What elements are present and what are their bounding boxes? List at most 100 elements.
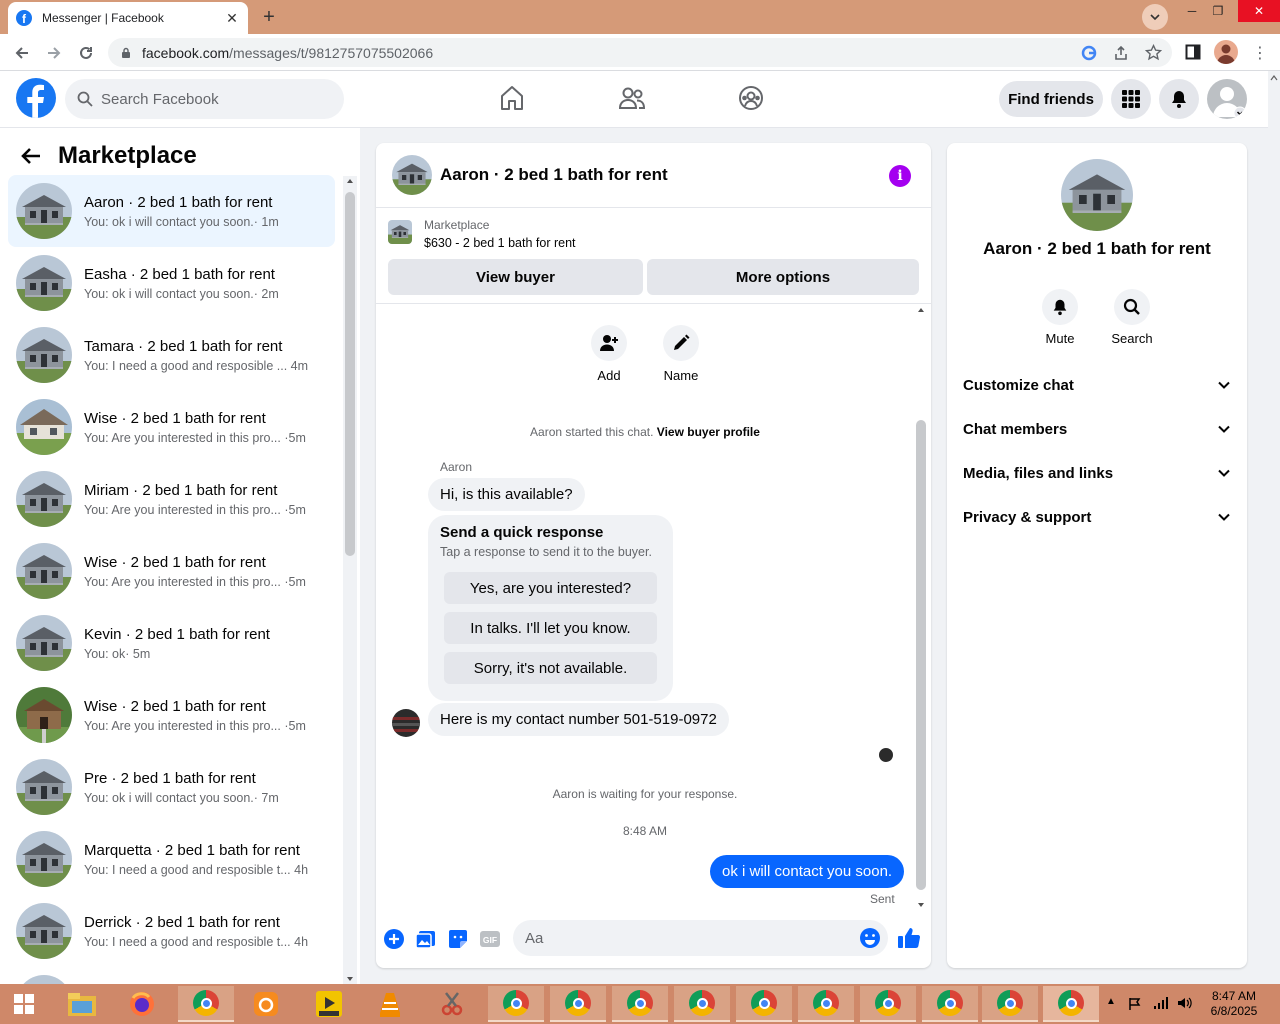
uc-browser-icon[interactable]: [238, 986, 294, 1022]
vlc-icon[interactable]: [362, 986, 418, 1022]
name-chat-button[interactable]: Name: [651, 325, 711, 383]
chrome-profile-avatar[interactable]: [1214, 40, 1238, 64]
info-icon[interactable]: i: [889, 165, 911, 187]
google-icon[interactable]: [1081, 45, 1097, 61]
chrome-window-button[interactable]: [612, 986, 668, 1022]
conversation-item[interactable]: Wise · 2 bed 1 bath for rent You: Are you…: [8, 391, 335, 463]
tray-overflow-icon[interactable]: ▲: [1106, 996, 1116, 1007]
chrome-window-button[interactable]: [488, 986, 544, 1022]
chat-scrollbar[interactable]: [913, 305, 929, 910]
close-window-button[interactable]: ✕: [1238, 0, 1280, 22]
outgoing-message[interactable]: ok i will contact you soon.: [710, 855, 905, 888]
start-button[interactable]: [0, 986, 48, 1022]
conversation-item[interactable]: Marquetta · 2 bed 1 bath for rent You: I …: [8, 823, 335, 895]
scroll-down-arrow-icon[interactable]: [913, 900, 929, 910]
more-options-button[interactable]: More options: [647, 259, 919, 295]
back-button[interactable]: [10, 41, 34, 65]
scroll-up-arrow-icon[interactable]: [1268, 73, 1280, 83]
quick-reply-button[interactable]: Sorry, it's not available.: [444, 652, 657, 684]
quick-reply-button[interactable]: Yes, are you interested?: [444, 572, 657, 604]
chrome-window-button[interactable]: [982, 986, 1038, 1022]
chrome-window-button[interactable]: [674, 986, 730, 1022]
bookmark-star-icon[interactable]: [1145, 44, 1162, 61]
mute-button[interactable]: Mute: [1030, 289, 1090, 346]
media-files-links-section[interactable]: Media, files and links: [963, 451, 1231, 495]
chat-members-section[interactable]: Chat members: [963, 407, 1231, 451]
conversation-item[interactable]: Wise · 2 bed 1 bath for rent You: Are you…: [8, 535, 335, 607]
chrome-window-button[interactable]: [736, 986, 792, 1022]
chrome-window-button[interactable]: [550, 986, 606, 1022]
home-icon[interactable]: [497, 83, 527, 113]
scroll-up-arrow-icon[interactable]: [343, 176, 357, 186]
groups-icon[interactable]: [736, 83, 766, 113]
chrome-window-button-active[interactable]: [1043, 986, 1099, 1022]
thumbs-up-icon[interactable]: [897, 926, 921, 950]
chat-title[interactable]: Aaron · 2 bed 1 bath for rent: [440, 165, 668, 185]
firefox-icon[interactable]: [114, 986, 170, 1022]
add-person-button[interactable]: Add: [579, 325, 639, 383]
snipping-tool-icon[interactable]: [424, 986, 480, 1022]
sidebar-scrollbar[interactable]: [343, 176, 357, 984]
new-tab-button[interactable]: +: [257, 5, 281, 29]
message-input-box[interactable]: [513, 920, 888, 956]
chrome-window-button[interactable]: [798, 986, 854, 1022]
conversation-item[interactable]: Tamara · 2 bed 1 bath for rent You: I nee…: [8, 319, 335, 391]
conversation-item[interactable]: Easha · 2 bed 1 bath for rent You: ok i w…: [8, 247, 335, 319]
chat-scroll-thumb[interactable]: [916, 420, 926, 890]
chrome-window-button[interactable]: [922, 986, 978, 1022]
conversation-item[interactable]: [8, 967, 335, 984]
side-panel-icon[interactable]: [1185, 44, 1201, 60]
plus-circle-icon[interactable]: [383, 928, 405, 950]
menu-button[interactable]: [1111, 79, 1151, 119]
conversation-item[interactable]: Aaron · 2 bed 1 bath for rent You: ok i w…: [8, 175, 335, 247]
chrome-menu-icon[interactable]: ⋮: [1252, 43, 1268, 63]
sidebar-scroll-thumb[interactable]: [345, 192, 355, 556]
forward-button[interactable]: [42, 41, 66, 65]
network-icon[interactable]: [1153, 996, 1169, 1010]
conversation-item[interactable]: Wise · 2 bed 1 bath for rent You: Are you…: [8, 679, 335, 751]
address-bar[interactable]: facebook.com/messages/t/9812757075502066: [108, 38, 1172, 67]
sticker-icon[interactable]: [447, 928, 469, 950]
system-clock[interactable]: 8:47 AM 6/8/2025: [1206, 989, 1262, 1019]
facebook-search-input[interactable]: [101, 90, 321, 108]
customize-chat-section[interactable]: Customize chat: [963, 363, 1231, 407]
share-icon[interactable]: [1113, 45, 1129, 61]
facebook-logo-icon[interactable]: [16, 78, 56, 118]
scroll-down-arrow-icon[interactable]: [343, 974, 357, 984]
chrome-window-button[interactable]: [178, 986, 234, 1022]
action-center-flag-icon[interactable]: [1128, 997, 1144, 1011]
emoji-icon[interactable]: [859, 927, 881, 949]
conversation-item[interactable]: Derrick · 2 bed 1 bath for rent You: I ne…: [8, 895, 335, 967]
find-friends-button[interactable]: Find friends: [999, 81, 1103, 117]
conversation-item[interactable]: Kevin · 2 bed 1 bath for rent You: ok · 5m: [8, 607, 335, 679]
gif-icon[interactable]: GIF: [479, 928, 501, 950]
close-tab-icon[interactable]: ✕: [224, 10, 240, 27]
incoming-message[interactable]: Here is my contact number 501-519-0972: [428, 703, 729, 736]
reload-button[interactable]: [74, 41, 98, 65]
details-avatar[interactable]: [1061, 159, 1133, 231]
chrome-window-button[interactable]: [860, 986, 916, 1022]
photo-icon[interactable]: [415, 928, 437, 950]
notifications-button[interactable]: [1159, 79, 1199, 119]
scroll-up-arrow-icon[interactable]: [913, 305, 929, 315]
page-scrollbar[interactable]: [1268, 71, 1280, 984]
chat-avatar[interactable]: [392, 155, 432, 195]
tab-search-button[interactable]: [1142, 4, 1168, 30]
conversation-item[interactable]: Miriam · 2 bed 1 bath for rent You: Are y…: [8, 463, 335, 535]
media-player-icon[interactable]: [301, 986, 357, 1022]
facebook-search-bar[interactable]: [65, 79, 344, 119]
account-avatar[interactable]: [1207, 79, 1247, 119]
search-in-chat-button[interactable]: Search: [1102, 289, 1162, 346]
volume-icon[interactable]: [1177, 996, 1193, 1010]
maximize-window-button[interactable]: ❐: [1198, 0, 1238, 22]
view-buyer-profile-link[interactable]: View buyer profile: [657, 425, 760, 439]
conversation-item[interactable]: Pre · 2 bed 1 bath for rent You: ok i wil…: [8, 751, 335, 823]
file-explorer-icon[interactable]: [54, 986, 110, 1022]
incoming-message[interactable]: Hi, is this available?: [428, 478, 585, 511]
friends-icon[interactable]: [617, 83, 647, 113]
view-buyer-button[interactable]: View buyer: [388, 259, 643, 295]
back-arrow-icon[interactable]: [20, 145, 42, 167]
buyer-avatar[interactable]: [392, 709, 420, 737]
quick-reply-button[interactable]: In talks. I'll let you know.: [444, 612, 657, 644]
privacy-support-section[interactable]: Privacy & support: [963, 495, 1231, 539]
